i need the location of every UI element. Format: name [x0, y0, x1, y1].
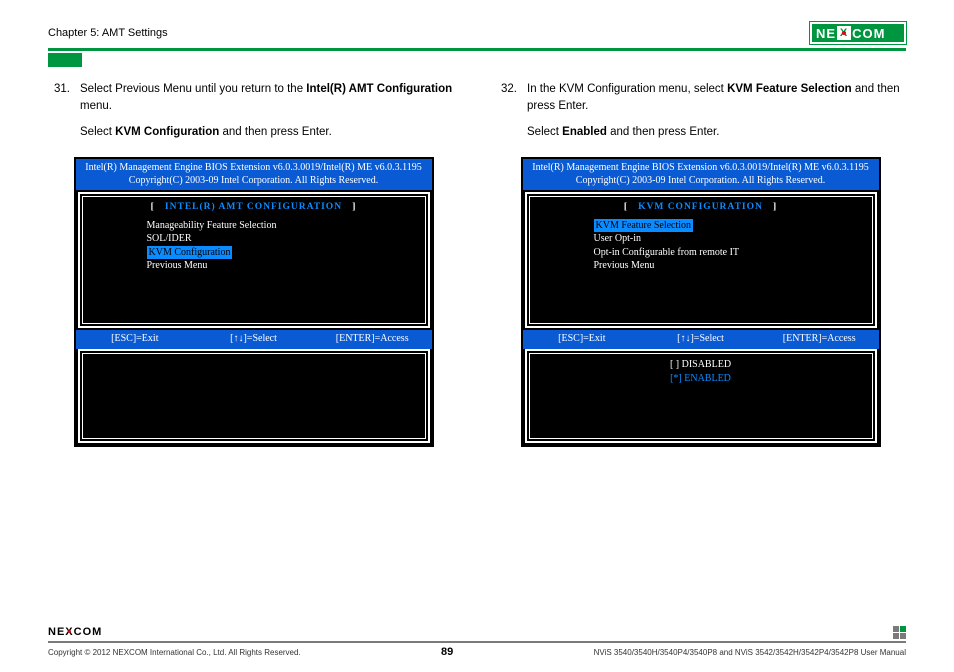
step-number: 31. — [48, 81, 70, 151]
bios-menu-item-selected[interactable]: KVM Feature Selection — [594, 219, 866, 233]
bios-key-bar: [ESC]=Exit [↑↓]=Select [ENTER]=Access — [523, 330, 879, 349]
header-rule — [48, 48, 906, 51]
bios-menu-item-selected[interactable]: KVM Configuration — [147, 246, 419, 260]
chapter-title: Chapter 5: AMT Settings — [48, 27, 168, 39]
bios-lower-panel — [82, 353, 426, 439]
step-text: In the KVM Configuration menu, select KV… — [527, 81, 906, 114]
nexcom-logo-top: NEXCOM — [810, 22, 906, 44]
bios-menu-item[interactable]: SOL/IDER — [147, 232, 419, 246]
step-text: Select Previous Menu until you return to… — [80, 81, 459, 114]
footer-squares-icon — [893, 626, 906, 639]
bios-menu-item[interactable]: Previous Menu — [594, 259, 866, 273]
bios-header: Intel(R) Management Engine BIOS Extensio… — [523, 159, 879, 190]
bios-screen-right: Intel(R) Management Engine BIOS Extensio… — [521, 157, 881, 447]
bios-option-disabled[interactable]: [ ] DISABLED — [536, 358, 866, 373]
step-number: 32. — [495, 81, 517, 151]
page-number: 89 — [441, 646, 453, 658]
bios-menu-item[interactable]: Opt-in Configurable from remote IT — [594, 246, 866, 260]
footer-rule — [48, 641, 906, 643]
bios-menu-item[interactable]: Manageability Feature Selection — [147, 219, 419, 233]
header-tab — [48, 53, 82, 67]
bios-menu-item[interactable]: Previous Menu — [147, 259, 419, 273]
step-text: Select Enabled and then press Enter. — [527, 124, 906, 141]
bios-key-bar: [ESC]=Exit [↑↓]=Select [ENTER]=Access — [76, 330, 432, 349]
bios-menu-title: [ INTEL(R) AMT CONFIGURATION ] — [89, 201, 419, 215]
bios-menu-title: [ KVM CONFIGURATION ] — [536, 201, 866, 215]
bios-header: Intel(R) Management Engine BIOS Extensio… — [76, 159, 432, 190]
manual-title: NViS 3540/3540H/3540P4/3540P8 and NViS 3… — [594, 648, 906, 657]
bios-screen-left: Intel(R) Management Engine BIOS Extensio… — [74, 157, 434, 447]
step-text: Select KVM Configuration and then press … — [80, 124, 459, 141]
bios-menu-item[interactable]: User Opt-in — [594, 232, 866, 246]
bios-lower-panel: [ ] DISABLED [*] ENABLED — [529, 353, 873, 439]
bios-option-enabled[interactable]: [*] ENABLED — [536, 372, 866, 387]
copyright-text: Copyright © 2012 NEXCOM International Co… — [48, 648, 301, 657]
nexcom-logo-bottom: NEXCOM — [48, 625, 118, 639]
